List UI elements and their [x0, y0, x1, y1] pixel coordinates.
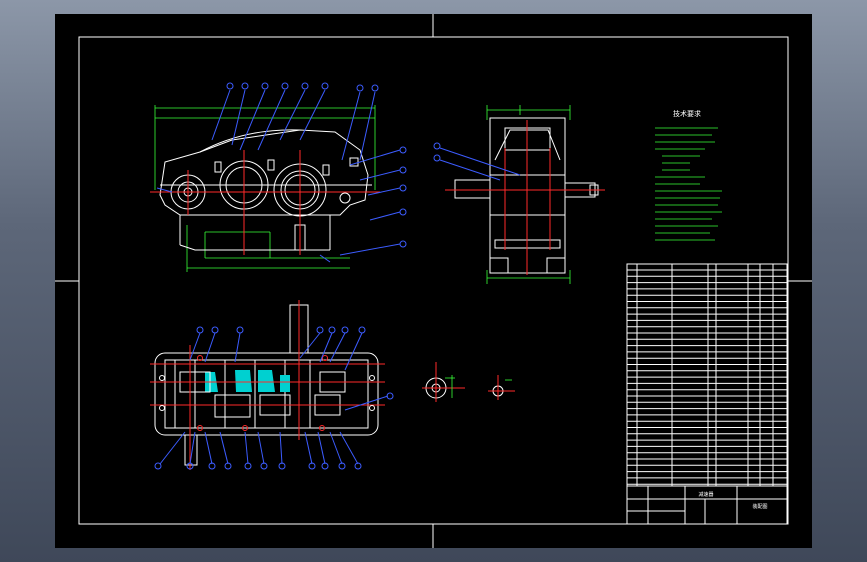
- requirements-title: 技术要求: [673, 109, 701, 118]
- cad-drawing: 技术要求 减速器 装配图: [55, 14, 812, 548]
- title-block-drawing: 装配图: [752, 503, 767, 510]
- title-block-name: 减速器: [698, 491, 713, 498]
- sheet-background: [55, 14, 812, 548]
